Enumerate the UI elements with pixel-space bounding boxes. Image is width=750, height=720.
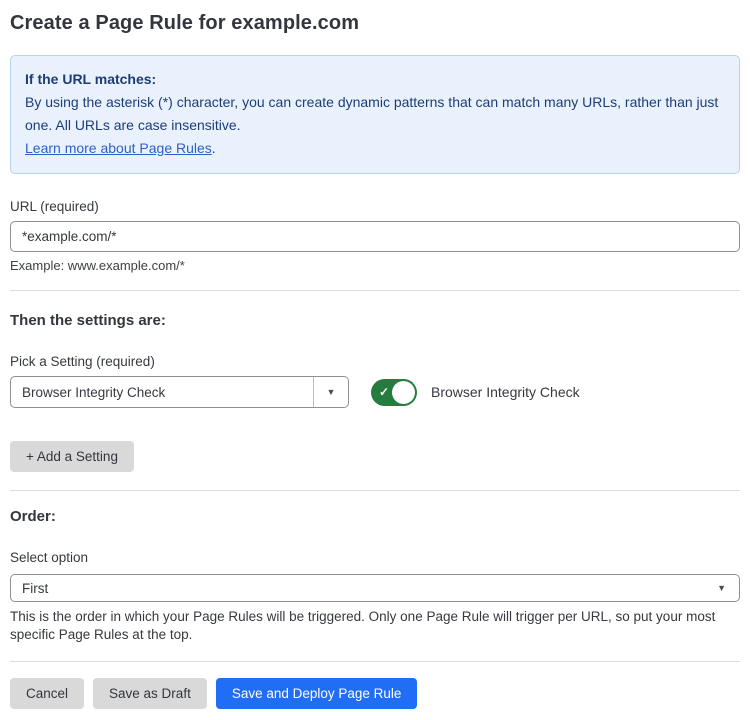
dropdown-arrow-icon[interactable]: ▼	[313, 377, 348, 407]
setting-row: Browser Integrity Check ▼ ✓ Browser Inte…	[10, 376, 740, 408]
setting-toggle-label: Browser Integrity Check	[431, 384, 580, 400]
info-box-heading: If the URL matches:	[25, 68, 725, 91]
url-match-info-box: If the URL matches: By using the asteris…	[10, 55, 740, 174]
order-select[interactable]: First ▼	[10, 574, 740, 602]
page-rule-form: Create a Page Rule for example.com If th…	[0, 0, 750, 709]
url-example-helper: Example: www.example.com/*	[10, 258, 740, 273]
add-setting-button[interactable]: + Add a Setting	[10, 441, 134, 472]
setting-dropdown-value: Browser Integrity Check	[11, 377, 313, 407]
settings-section-heading: Then the settings are:	[10, 312, 740, 329]
divider	[10, 490, 740, 491]
actions-row: Cancel Save as Draft Save and Deploy Pag…	[10, 678, 740, 709]
check-icon: ✓	[379, 386, 389, 398]
setting-dropdown[interactable]: Browser Integrity Check ▼	[10, 376, 349, 408]
divider	[10, 290, 740, 291]
link-suffix: .	[212, 140, 216, 156]
info-box-link-line: Learn more about Page Rules.	[25, 137, 725, 160]
info-box-body: By using the asterisk (*) character, you…	[25, 91, 725, 137]
toggle-knob	[392, 381, 415, 404]
order-select-label: Select option	[10, 550, 740, 565]
setting-toggle[interactable]: ✓	[371, 379, 417, 406]
page-title: Create a Page Rule for example.com	[10, 12, 740, 35]
url-field-label: URL (required)	[10, 199, 740, 214]
learn-more-link[interactable]: Learn more about Page Rules	[25, 140, 212, 156]
cancel-button[interactable]: Cancel	[10, 678, 84, 709]
divider	[10, 661, 740, 662]
order-helper-text: This is the order in which your Page Rul…	[10, 608, 740, 644]
order-section-heading: Order:	[10, 508, 740, 525]
url-input[interactable]	[10, 221, 740, 252]
dropdown-arrow-icon: ▼	[717, 583, 728, 593]
save-draft-button[interactable]: Save as Draft	[93, 678, 207, 709]
setting-picker-label: Pick a Setting (required)	[10, 354, 740, 369]
save-deploy-button[interactable]: Save and Deploy Page Rule	[216, 678, 418, 709]
order-select-value: First	[22, 581, 717, 596]
